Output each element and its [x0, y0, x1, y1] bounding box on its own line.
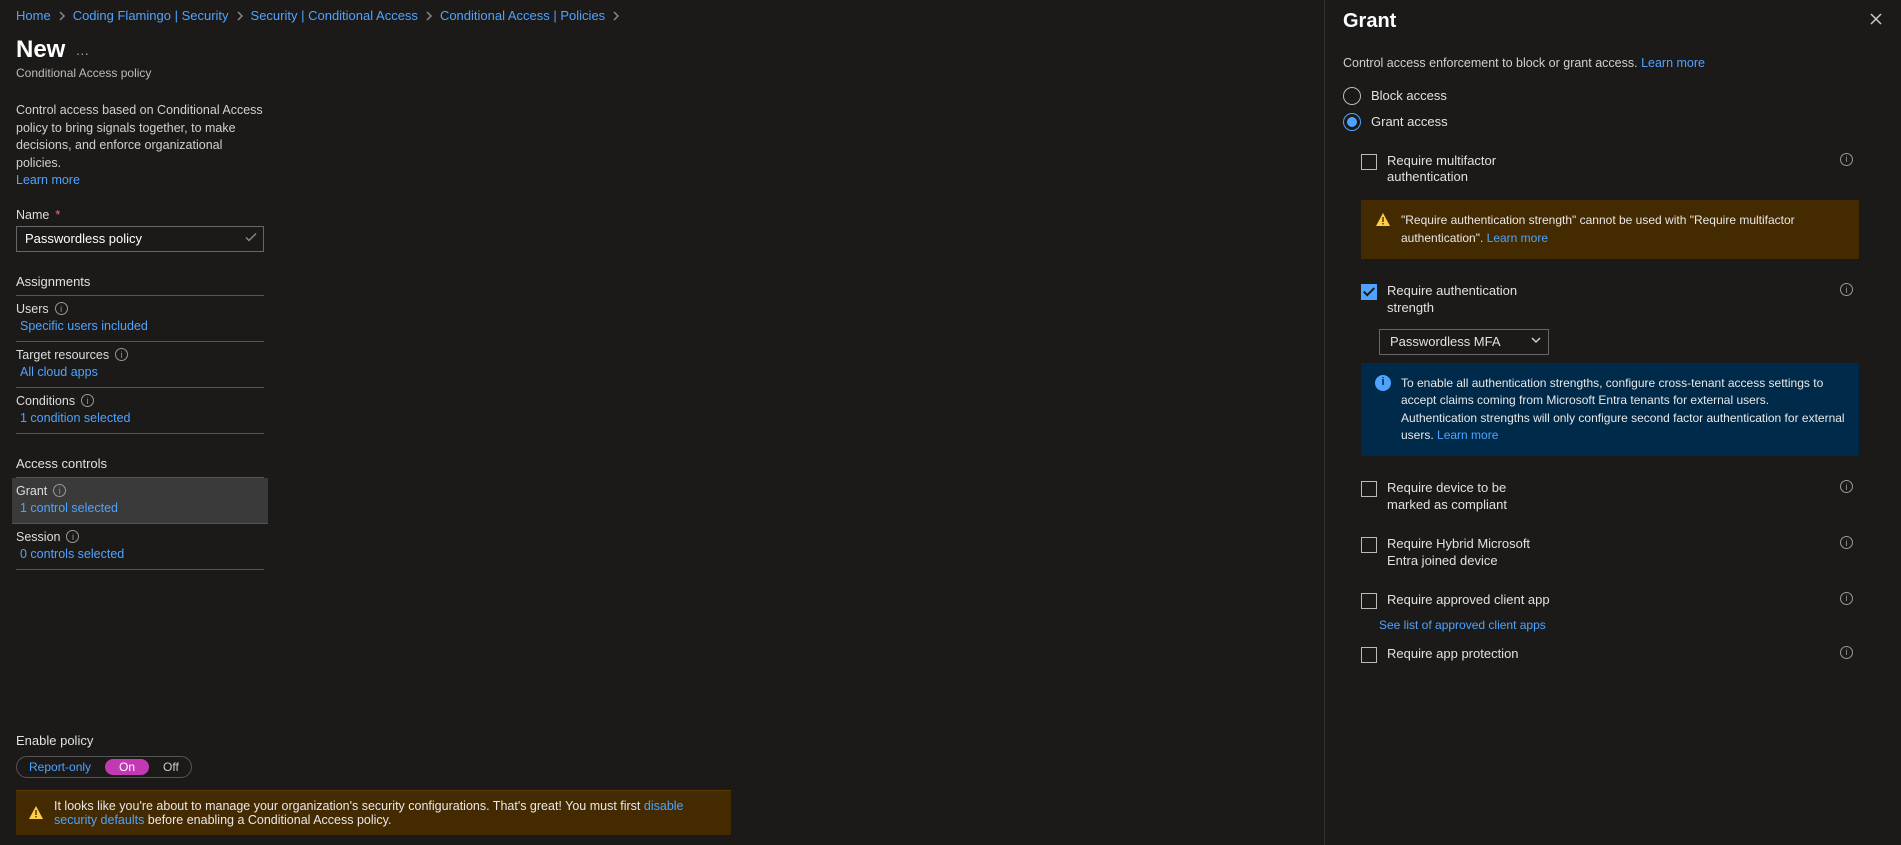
chevron-down-icon	[1530, 334, 1542, 349]
conditions-label: Conditions	[16, 394, 75, 408]
see-approved-apps-link[interactable]: See list of approved client apps	[1379, 618, 1546, 632]
info-icon[interactable]: i	[1840, 646, 1853, 659]
toggle-off[interactable]: Off	[151, 758, 191, 776]
info-icon[interactable]: i	[81, 394, 94, 407]
checkbox-require-auth-strength[interactable]: Require authentication strength	[1361, 283, 1551, 317]
checkbox-icon	[1361, 481, 1377, 497]
target-label: Target resources	[16, 348, 109, 362]
checkbox-require-hybrid-joined[interactable]: Require Hybrid Microsoft Entra joined de…	[1361, 536, 1551, 570]
users-section[interactable]: Users i Specific users included	[16, 296, 264, 342]
radio-block-access[interactable]: Block access	[1343, 87, 1883, 105]
grant-panel: Grant Control access enforcement to bloc…	[1324, 0, 1901, 845]
toggle-on[interactable]: On	[105, 759, 149, 775]
chevron-right-icon	[424, 11, 434, 21]
users-label: Users	[16, 302, 49, 316]
panel-description: Control access enforcement to block or g…	[1343, 55, 1883, 73]
toggle-report-only[interactable]: Report-only	[17, 758, 103, 776]
info-icon[interactable]: i	[1840, 153, 1853, 166]
chevron-right-icon	[57, 11, 67, 21]
learn-more-link[interactable]: Learn more	[1437, 428, 1498, 442]
info-icon[interactable]: i	[1840, 536, 1853, 549]
info-icon[interactable]: i	[53, 484, 66, 497]
info-icon[interactable]: i	[1840, 592, 1853, 605]
info-icon[interactable]: i	[1840, 480, 1853, 493]
session-label: Session	[16, 530, 60, 544]
target-resources-section[interactable]: Target resources i All cloud apps	[16, 342, 264, 388]
mfa-warning: "Require authentication strength" cannot…	[1361, 200, 1859, 259]
breadcrumb-item[interactable]: Conditional Access | Policies	[440, 8, 605, 23]
breadcrumb-item[interactable]: Coding Flamingo | Security	[73, 8, 229, 23]
radio-icon	[1343, 113, 1361, 131]
name-field[interactable]	[16, 226, 264, 252]
assignments-heading: Assignments	[16, 274, 264, 296]
chevron-right-icon	[611, 11, 621, 21]
info-icon: i	[1375, 375, 1391, 391]
conditions-link[interactable]: 1 condition selected	[16, 411, 131, 425]
conditions-section[interactable]: Conditions i 1 condition selected	[16, 388, 264, 434]
checkbox-icon	[1361, 537, 1377, 553]
access-controls-heading: Access controls	[16, 456, 264, 478]
users-link[interactable]: Specific users included	[16, 319, 148, 333]
grant-label: Grant	[16, 484, 47, 498]
learn-more-link[interactable]: Learn more	[16, 172, 264, 190]
checkbox-icon	[1361, 154, 1377, 170]
grant-section[interactable]: Grant i 1 control selected	[12, 478, 268, 524]
breadcrumb-item[interactable]: Home	[16, 8, 51, 23]
chevron-right-icon	[235, 11, 245, 21]
checkbox-require-app-protection[interactable]: Require app protection	[1361, 646, 1519, 663]
close-icon[interactable]	[1869, 12, 1883, 31]
radio-grant-access[interactable]: Grant access	[1343, 113, 1883, 131]
page-subtitle: Conditional Access policy	[0, 66, 1324, 92]
enable-policy-label: Enable policy	[16, 733, 731, 748]
target-link[interactable]: All cloud apps	[16, 365, 98, 379]
checkbox-require-compliant-device[interactable]: Require device to be marked as compliant	[1361, 480, 1551, 514]
checkbox-icon	[1361, 647, 1377, 663]
learn-more-link[interactable]: Learn more	[1641, 56, 1705, 70]
info-icon[interactable]: i	[1840, 283, 1853, 296]
grant-link[interactable]: 1 control selected	[16, 501, 118, 515]
page-title: New	[16, 36, 65, 64]
radio-icon	[1343, 87, 1361, 105]
session-section[interactable]: Session i 0 controls selected	[16, 524, 264, 570]
breadcrumb-item[interactable]: Security | Conditional Access	[251, 8, 418, 23]
name-label: Name*	[16, 208, 264, 222]
learn-more-link[interactable]: Learn more	[1487, 231, 1548, 245]
checkbox-require-mfa[interactable]: Require multifactor authentication	[1361, 153, 1551, 187]
info-icon[interactable]: i	[55, 302, 68, 315]
enable-policy-toggle[interactable]: Report-only On Off	[16, 756, 192, 778]
checkmark-icon	[244, 230, 258, 247]
page-description: Control access based on Conditional Acce…	[16, 102, 264, 190]
panel-title: Grant	[1343, 10, 1396, 33]
checkbox-icon	[1361, 284, 1377, 300]
warning-icon	[28, 805, 44, 821]
checkbox-icon	[1361, 593, 1377, 609]
checkbox-require-approved-app[interactable]: Require approved client app	[1361, 592, 1550, 609]
more-menu-button[interactable]: …	[75, 42, 91, 58]
strength-info: i To enable all authentication strengths…	[1361, 363, 1859, 457]
info-icon[interactable]: i	[66, 530, 79, 543]
warning-banner: It looks like you're about to manage you…	[16, 790, 731, 835]
session-link[interactable]: 0 controls selected	[16, 547, 124, 561]
auth-strength-dropdown[interactable]: Passwordless MFA	[1379, 329, 1549, 355]
warning-icon	[1375, 212, 1391, 247]
info-icon[interactable]: i	[115, 348, 128, 361]
